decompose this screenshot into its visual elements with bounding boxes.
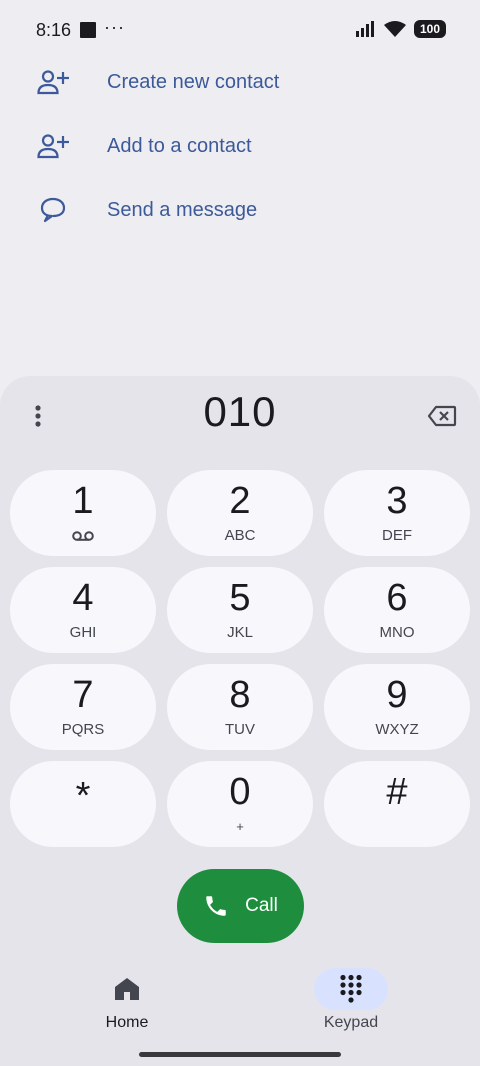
key-9[interactable]: 9 WXYZ bbox=[324, 664, 470, 750]
backspace-icon bbox=[427, 405, 457, 427]
nav-home-label: Home bbox=[105, 1014, 149, 1031]
key-0[interactable]: 0 + bbox=[167, 761, 313, 847]
battery-icon: 100 bbox=[414, 20, 446, 38]
media-icon bbox=[80, 22, 96, 38]
dialpad-keys: 1 2 ABC 3 DEF 4 GHI 5 JKL 6 MNO 7 PQRS 8… bbox=[10, 470, 470, 847]
call-label: Call bbox=[245, 895, 278, 916]
key-5[interactable]: 5 JKL bbox=[167, 567, 313, 653]
signal-icon bbox=[356, 21, 374, 37]
send-message-item[interactable]: Send a message bbox=[0, 178, 480, 242]
home-icon bbox=[115, 978, 139, 1000]
key-letters: WXYZ bbox=[375, 721, 419, 738]
key-digit: 1 bbox=[72, 480, 94, 522]
status-time: 8:16 bbox=[36, 20, 72, 40]
dialpad-icon-wrap bbox=[314, 968, 388, 1010]
key-7[interactable]: 7 PQRS bbox=[10, 664, 156, 750]
key-letters: + bbox=[236, 819, 244, 834]
key-digit: 8 bbox=[229, 674, 251, 716]
key-2[interactable]: 2 ABC bbox=[167, 470, 313, 556]
key-digit: 5 bbox=[229, 577, 251, 619]
nav-keypad-label: Keypad bbox=[323, 1014, 379, 1031]
key-4[interactable]: 4 GHI bbox=[10, 567, 156, 653]
add-to-contact-label: Add to a contact bbox=[107, 134, 252, 157]
key-digit: 2 bbox=[229, 480, 251, 522]
nav-home[interactable]: Home bbox=[77, 968, 177, 1032]
more-vert-icon bbox=[35, 405, 41, 427]
key-digit: 4 bbox=[72, 577, 94, 619]
home-icon-wrap bbox=[90, 968, 164, 1010]
key-8[interactable]: 8 TUV bbox=[167, 664, 313, 750]
wifi-icon bbox=[384, 21, 406, 37]
message-icon bbox=[36, 193, 70, 227]
create-new-contact-item[interactable]: Create new contact bbox=[0, 50, 480, 114]
phone-icon bbox=[206, 896, 226, 916]
key-digit: 0 bbox=[229, 771, 251, 813]
add-person-icon bbox=[36, 129, 70, 163]
key-letters: GHI bbox=[69, 624, 97, 641]
bottom-navigation: Home Keypad bbox=[0, 968, 480, 1048]
add-person-icon bbox=[36, 65, 70, 99]
nav-keypad[interactable]: Keypad bbox=[301, 968, 401, 1032]
key-1[interactable]: 1 bbox=[10, 470, 156, 556]
key-letters: ABC bbox=[224, 527, 256, 544]
key-6[interactable]: 6 MNO bbox=[324, 567, 470, 653]
key-letters: JKL bbox=[227, 624, 253, 641]
dialpad-icon bbox=[340, 974, 362, 1003]
backspace-button[interactable] bbox=[424, 398, 460, 434]
dialed-number[interactable]: 010 bbox=[90, 388, 390, 436]
key-digit: 9 bbox=[386, 674, 408, 716]
key-hash[interactable]: # bbox=[324, 761, 470, 847]
dialpad-sheet: 010 1 2 ABC 3 DEF 4 GHI 5 JKL 6 MNO 7 PQ… bbox=[0, 376, 480, 1066]
key-letters: PQRS bbox=[61, 721, 105, 738]
send-message-label: Send a message bbox=[107, 198, 258, 221]
more-notifications-icon: ··· bbox=[104, 17, 125, 37]
call-button[interactable]: Call bbox=[177, 869, 304, 943]
key-digit: 3 bbox=[386, 480, 408, 522]
create-new-contact-label: Create new contact bbox=[107, 70, 280, 93]
dialer-screen: 8:16 ··· 100 Create new contact Add to a… bbox=[0, 0, 480, 1066]
key-letters: TUV bbox=[225, 721, 255, 738]
key-letters: DEF bbox=[382, 527, 412, 544]
suggested-actions: Create new contact Add to a contact Send… bbox=[0, 50, 480, 242]
key-digit: 6 bbox=[386, 577, 408, 619]
key-letters: MNO bbox=[379, 624, 415, 641]
key-digit: * bbox=[75, 775, 91, 817]
key-3[interactable]: 3 DEF bbox=[324, 470, 470, 556]
gesture-handle[interactable] bbox=[139, 1052, 341, 1057]
more-options-button[interactable] bbox=[22, 400, 54, 432]
key-star[interactable]: * bbox=[10, 761, 156, 847]
voicemail-icon bbox=[72, 527, 94, 545]
key-digit: 7 bbox=[72, 674, 94, 716]
key-digit: # bbox=[386, 771, 408, 813]
add-to-contact-item[interactable]: Add to a contact bbox=[0, 114, 480, 178]
status-icons: 100 bbox=[356, 20, 446, 38]
